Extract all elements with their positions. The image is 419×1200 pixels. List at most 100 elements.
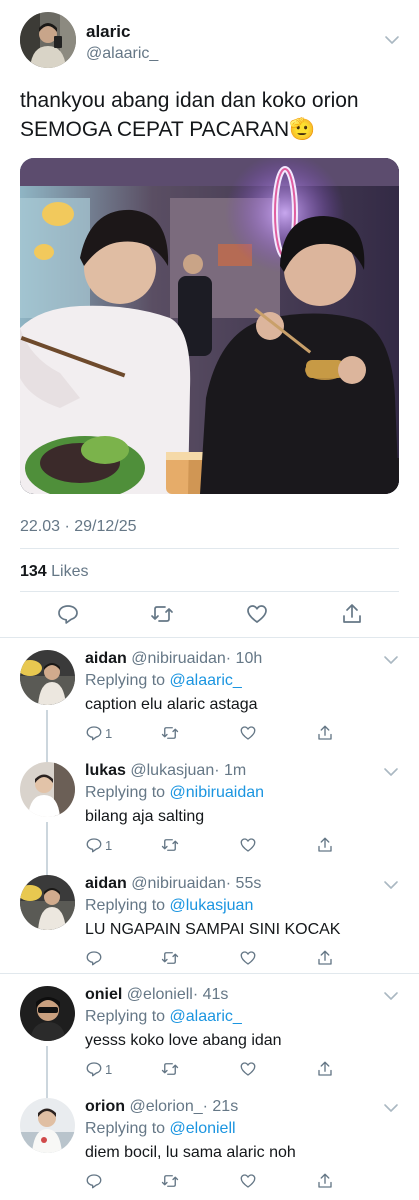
- chevron-down-icon[interactable]: [383, 764, 399, 780]
- like-icon: [240, 838, 256, 852]
- reply-author-handle[interactable]: @nibiruaidan: [131, 875, 226, 892]
- reply-author-name[interactable]: lukas: [85, 762, 126, 779]
- chevron-down-icon[interactable]: [383, 1100, 399, 1116]
- reply-author-name[interactable]: oniel: [85, 986, 122, 1003]
- share-button[interactable]: [316, 949, 334, 967]
- tweet-action-bar: [20, 602, 399, 628]
- share-button[interactable]: [316, 724, 334, 742]
- likes-count[interactable]: 134 Likes: [20, 563, 89, 581]
- author-name[interactable]: alaric: [86, 22, 130, 42]
- tweet-photo[interactable]: [20, 158, 399, 494]
- chevron-down-icon[interactable]: [383, 652, 399, 668]
- reply-button[interactable]: [85, 1172, 105, 1190]
- thread-line: [46, 822, 48, 882]
- reply-count: 1: [105, 837, 113, 853]
- author-avatar[interactable]: [20, 12, 76, 68]
- share-icon: [318, 1173, 332, 1188]
- like-button[interactable]: [245, 602, 269, 626]
- likes-number: 134: [20, 563, 47, 580]
- reply-author-name[interactable]: aidan: [85, 875, 127, 892]
- retweet-button[interactable]: [161, 724, 179, 742]
- reply-author-handle[interactable]: @lukasjuan: [130, 762, 214, 779]
- reply-action-bar: 1: [85, 836, 345, 856]
- replying-to: Replying to @eloniell: [85, 1120, 236, 1138]
- share-button[interactable]: [316, 1172, 334, 1190]
- author-handle[interactable]: @alaaric_: [86, 45, 158, 63]
- tweet-timestamp[interactable]: 22.03 · 29/12/25: [20, 518, 137, 536]
- reply-time[interactable]: · 55s: [226, 875, 262, 892]
- reply-avatar[interactable]: [20, 762, 75, 817]
- share-button[interactable]: [316, 1060, 334, 1078]
- replying-to-prefix: Replying to: [85, 897, 166, 914]
- share-icon: [318, 950, 332, 965]
- thread-line: [46, 710, 48, 770]
- reply-author-handle[interactable]: @eloniell: [127, 986, 193, 1003]
- share-icon: [318, 1061, 332, 1076]
- reply-tweet[interactable]: aidan @nibiruaidan· 55s Replying to @luka…: [0, 875, 419, 975]
- reply-author-handle[interactable]: @elorion_: [129, 1098, 202, 1115]
- reply-author-name[interactable]: orion: [85, 1098, 125, 1115]
- replying-to-handle[interactable]: @nibiruaidan: [170, 784, 265, 801]
- like-button[interactable]: [239, 724, 257, 742]
- reply-time[interactable]: · 41s: [193, 986, 229, 1003]
- retweet-icon: [161, 1175, 179, 1187]
- reply-tweet[interactable]: oniel @eloniell· 41s Replying to @alaaric…: [0, 986, 419, 1106]
- tweet-text-line-2: SEMOGA CEPAT PACARAN🫡: [20, 115, 400, 144]
- chevron-down-icon[interactable]: [383, 988, 399, 1004]
- reply-icon: [86, 838, 102, 853]
- reply-count: 1: [105, 725, 113, 741]
- reply-button[interactable]: 1: [85, 836, 112, 854]
- retweet-button[interactable]: [150, 602, 174, 626]
- reply-author-name[interactable]: aidan: [85, 650, 127, 667]
- chevron-down-icon[interactable]: [383, 877, 399, 893]
- like-button[interactable]: [239, 836, 257, 854]
- like-button[interactable]: [239, 1060, 257, 1078]
- share-button[interactable]: [316, 836, 334, 854]
- reply-text: caption elu alaric astaga: [85, 696, 258, 713]
- reply-text: yesss koko love abang idan: [85, 1032, 282, 1049]
- replying-to-handle[interactable]: @alaaric_: [170, 1008, 242, 1025]
- like-icon: [247, 605, 267, 623]
- replying-to-handle[interactable]: @lukasjuan: [170, 897, 254, 914]
- reply-avatar[interactable]: [20, 650, 75, 705]
- replying-to-handle[interactable]: @eloniell: [170, 1120, 236, 1137]
- reply-button[interactable]: [56, 602, 80, 626]
- chevron-down-icon[interactable]: [384, 32, 400, 48]
- reply-avatar[interactable]: [20, 1098, 75, 1153]
- tweet-text-line-2-words: SEMOGA CEPAT PACARAN: [20, 118, 290, 141]
- reply-action-bar: [85, 1172, 345, 1192]
- retweet-button[interactable]: [161, 1172, 179, 1190]
- reply-count: 1: [105, 1061, 113, 1077]
- replying-to-handle[interactable]: @alaaric_: [170, 672, 242, 689]
- reply-tweet[interactable]: aidan @nibiruaidan· 10h Replying to @alaa…: [0, 650, 419, 770]
- share-button[interactable]: [340, 602, 364, 626]
- reply-avatar[interactable]: [20, 875, 75, 930]
- like-button[interactable]: [239, 949, 257, 967]
- replying-to-prefix: Replying to: [85, 1008, 166, 1025]
- retweet-button[interactable]: [161, 1060, 179, 1078]
- reply-time[interactable]: · 1m: [214, 762, 246, 779]
- like-button[interactable]: [239, 1172, 257, 1190]
- reply-tweet[interactable]: orion @elorion_· 21s Replying to @eloniel…: [0, 1098, 419, 1198]
- reply-button[interactable]: 1: [85, 1060, 112, 1078]
- reply-time[interactable]: · 10h: [226, 650, 262, 667]
- reply-time[interactable]: · 21s: [203, 1098, 239, 1115]
- reply-author-handle[interactable]: @nibiruaidan: [131, 650, 226, 667]
- share-icon: [343, 604, 361, 623]
- divider: [20, 548, 399, 549]
- reply-button[interactable]: [85, 949, 105, 967]
- retweet-button[interactable]: [161, 836, 179, 854]
- reply-tweet[interactable]: lukas @lukasjuan· 1m Replying to @nibirua…: [0, 762, 419, 882]
- tweet-text-line-1: thankyou abang idan dan koko orion: [20, 89, 359, 112]
- section-divider: [0, 637, 419, 638]
- like-icon: [240, 1062, 256, 1076]
- replying-to-prefix: Replying to: [85, 1120, 166, 1137]
- author-row[interactable]: alaric @alaaric_: [20, 12, 400, 68]
- thread-line: [46, 1046, 48, 1106]
- reply-action-bar: [85, 949, 345, 969]
- reply-button[interactable]: 1: [85, 724, 112, 742]
- reply-avatar[interactable]: [20, 986, 75, 1041]
- reply-text: diem bocil, lu sama alaric noh: [85, 1144, 296, 1161]
- reply-icon: [86, 726, 102, 741]
- retweet-button[interactable]: [161, 949, 179, 967]
